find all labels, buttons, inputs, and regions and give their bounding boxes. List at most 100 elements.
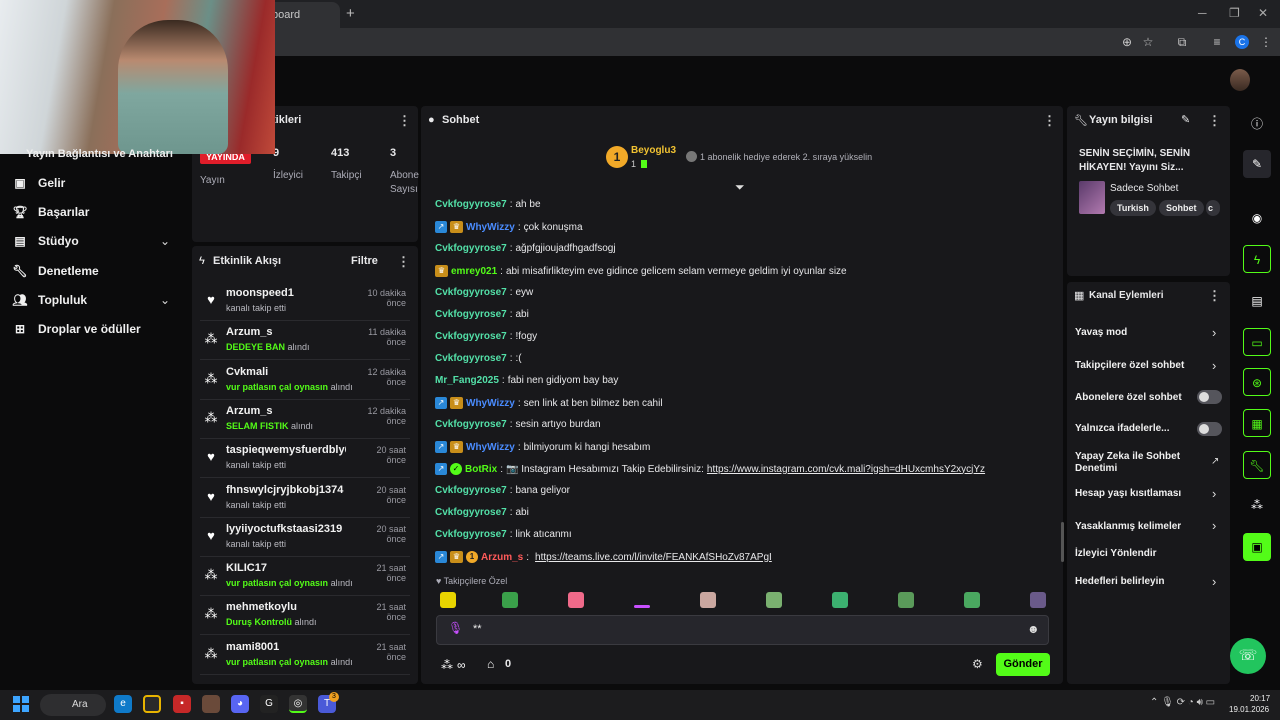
chat-message[interactable]: Cvkfogyyrose7: eyw — [435, 287, 533, 298]
channel-actions-menu-icon[interactable]: ⋮ — [1208, 288, 1221, 304]
chat-message[interactable]: Cvkfogyyrose7: sesin artıyo burdan — [435, 419, 601, 430]
emote-icon[interactable] — [832, 592, 848, 608]
chat-message[interactable]: ↗ ♛ 1 Arzum_s: https://teams.live.com/l/invi… — [435, 551, 772, 563]
broadcast-icon[interactable]: ⊛ — [1243, 368, 1271, 396]
chat-message[interactable]: Cvkfogyyrose7: abi — [435, 309, 529, 320]
new-tab-button[interactable]: + — [346, 5, 355, 22]
chat-username[interactable]: Mr_Fang2025 — [435, 375, 499, 386]
action-followers-only[interactable]: Takipçilere özel sohbet — [1075, 360, 1225, 371]
chevron-down-icon[interactable]: ⌄ — [160, 293, 170, 307]
chat-username[interactable]: Cvkfogyyrose7 — [435, 529, 507, 540]
wrench-icon[interactable]: 🔧︎ — [1243, 451, 1271, 479]
extensions-icon[interactable]: ⧉ — [1174, 34, 1190, 50]
bolt-icon[interactable]: ϟ — [1243, 245, 1271, 273]
taskbar-search[interactable]: Ara — [40, 694, 106, 716]
tag-pill[interactable]: Sohbet — [1159, 200, 1204, 216]
scroll-down-icon[interactable]: ⏷ — [735, 180, 745, 195]
game-icon[interactable] — [202, 695, 220, 713]
info-icon[interactable]: ⓘ — [1243, 110, 1271, 138]
chat-link[interactable]: https://teams.live.com/l/invite/FEANKAfS… — [535, 552, 772, 563]
activity-event[interactable]: ⁂ mami8001 21 saat önce vur patlasın çal oy… — [200, 636, 410, 675]
stream-info-menu-icon[interactable]: ⋮ — [1208, 113, 1221, 129]
chevron-right-icon[interactable]: › — [1212, 486, 1216, 501]
emote-icon[interactable] — [568, 592, 584, 608]
reading-list-icon[interactable]: ≡ — [1209, 34, 1225, 50]
top-gifter-name[interactable]: Beyoglu3 — [631, 145, 676, 156]
bookmark-star-icon[interactable]: ☆ — [1140, 34, 1156, 50]
event-username[interactable]: moonspeed1 — [226, 287, 346, 299]
nav-item-denetleme[interactable]: 🔧︎ Denetleme — [12, 264, 98, 278]
event-username[interactable]: lyyiiyoctufkstaasi2319 — [226, 523, 346, 535]
chrome-icon[interactable] — [143, 695, 161, 713]
activity-menu-icon[interactable]: ⋮ — [397, 254, 410, 270]
activity-event[interactable]: ♥ fhnswylcjryjbkobj1374 20 saat önce kanal… — [200, 479, 410, 518]
chat-username[interactable]: WhyWizzy — [466, 222, 515, 233]
category-name[interactable]: Sadece Sohbet — [1110, 183, 1178, 194]
chat-username[interactable]: Cvkfogyyrose7 — [435, 507, 507, 518]
chat-username[interactable]: Cvkfogyyrose7 — [435, 331, 507, 342]
activity-event[interactable]: ⁂ mehmetkoylu 21 saat önce Duruş Kontrolü a… — [200, 596, 410, 636]
emote-icon[interactable] — [766, 592, 782, 608]
emote-icon[interactable] — [634, 605, 650, 608]
chat-username[interactable]: WhyWizzy — [466, 442, 515, 453]
clock-time[interactable]: 20:17 — [1250, 694, 1270, 703]
chevron-down-icon[interactable]: ⌄ — [160, 234, 170, 248]
system-tray[interactable]: ⌃ 🎙︎ ⟳ ◔ 🔊︎ ▭ — [1150, 697, 1215, 708]
activity-event[interactable]: ⁂ Cvkmali 12 dakika önce vur patlasın çal o… — [200, 361, 410, 400]
chat-username[interactable]: WhyWizzy — [466, 398, 515, 409]
chat-message[interactable]: Cvkfogyyrose7: ah be — [435, 199, 541, 210]
action-account-age[interactable]: Hesap yaşı kısıtlaması — [1075, 488, 1225, 499]
chat-menu-icon[interactable]: ⋮ — [1043, 113, 1056, 129]
chat-message[interactable]: ♛ emrey021: abi misafirlikteyim eve gidinc… — [435, 265, 847, 277]
chat-message[interactable]: ↗ ♛ WhyWizzy: çok konuşma — [435, 221, 583, 233]
emote-icon[interactable] — [700, 592, 716, 608]
chat-message[interactable]: Cvkfogyyrose7::( — [435, 353, 522, 364]
camera-icon[interactable]: ◉ — [1243, 204, 1271, 232]
obs-icon[interactable]: ◎ — [289, 695, 307, 713]
edit-pencil-icon[interactable]: ✎ — [1243, 150, 1271, 178]
browser-menu-icon[interactable]: ⋮ — [1258, 34, 1274, 50]
external-link-icon[interactable]: ↗ — [1211, 456, 1219, 467]
action-ai-moderation[interactable]: Yapay Zeka ile Sohbet Denetimi — [1075, 451, 1195, 475]
emoji-icon[interactable]: ☻ — [1027, 622, 1040, 636]
people-icon[interactable]: ⁂ — [1243, 491, 1271, 519]
nav-item-gelir[interactable]: ▣ Gelir — [12, 176, 65, 190]
event-username[interactable]: fhnswylcjryjbkobj1374 — [226, 484, 346, 496]
action-banned-words[interactable]: Yasaklanmış kelimeler — [1075, 521, 1225, 532]
chat-message[interactable]: ↗ ✓ BotRix: 📷 Instagram Hesabımızı Takip Ed… — [435, 463, 985, 475]
chat-username[interactable]: Cvkfogyyrose7 — [435, 419, 507, 430]
nav-item-topluluk[interactable]: 👥︎ Topluluk — [12, 293, 87, 307]
app-icon[interactable]: G — [260, 695, 278, 713]
user-avatar[interactable] — [1230, 69, 1250, 91]
nav-item-droplar[interactable]: ⊞ Droplar ve ödüller — [12, 322, 141, 336]
nav-item-studyo[interactable]: ▤ Stüdyo — [12, 234, 78, 248]
chat-username[interactable]: Cvkfogyyrose7 — [435, 353, 507, 364]
event-username[interactable]: Arzum_s — [226, 326, 346, 338]
close-icon[interactable]: ✕ — [1258, 6, 1268, 20]
event-username[interactable]: KILIC17 — [226, 562, 346, 574]
clipboard-icon[interactable]: ▤ — [1243, 287, 1271, 315]
discord-icon[interactable]: ◕ — [231, 695, 249, 713]
activity-event[interactable]: ♥ lyyiiyoctufkstaasi2319 20 saat önce kana… — [200, 518, 410, 557]
event-username[interactable]: Cvkmali — [226, 366, 346, 378]
chat-username[interactable]: Cvkfogyyrose7 — [435, 199, 507, 210]
chat-username[interactable]: Cvkfogyyrose7 — [435, 287, 507, 298]
chat-input-value[interactable]: ** — [473, 623, 482, 635]
chat-message[interactable]: ↗ ♛ WhyWizzy: bilmiyorum ki hangi hesabım — [435, 441, 650, 453]
chevron-right-icon[interactable]: › — [1212, 518, 1216, 533]
chat-message[interactable]: Cvkfogyyrose7: link atıcanmı — [435, 529, 572, 540]
microphone-icon[interactable]: 🎙︎ — [448, 621, 463, 635]
chat-message[interactable]: Cvkfogyyrose7: bana geliyor — [435, 485, 570, 496]
chevron-right-icon[interactable]: › — [1212, 325, 1216, 340]
event-username[interactable]: mehmetkoylu — [226, 601, 346, 613]
chat-username[interactable]: Arzum_s — [481, 552, 523, 563]
chevron-right-icon[interactable]: › — [1212, 574, 1216, 589]
tag-pill[interactable]: c — [1206, 200, 1220, 216]
tag-pill[interactable]: Turkish — [1110, 200, 1156, 216]
zoom-icon[interactable]: ⊕ — [1119, 34, 1135, 50]
action-raid[interactable]: İzleyici Yönlendir — [1075, 548, 1225, 559]
chat-settings-icon[interactable]: ⚙ — [972, 657, 983, 671]
minimize-icon[interactable]: ─ — [1198, 6, 1207, 20]
event-username[interactable]: taspieqwemysfuerdbly6743 — [226, 444, 346, 456]
channel-points-icon[interactable]: ⁂ — [441, 658, 453, 672]
